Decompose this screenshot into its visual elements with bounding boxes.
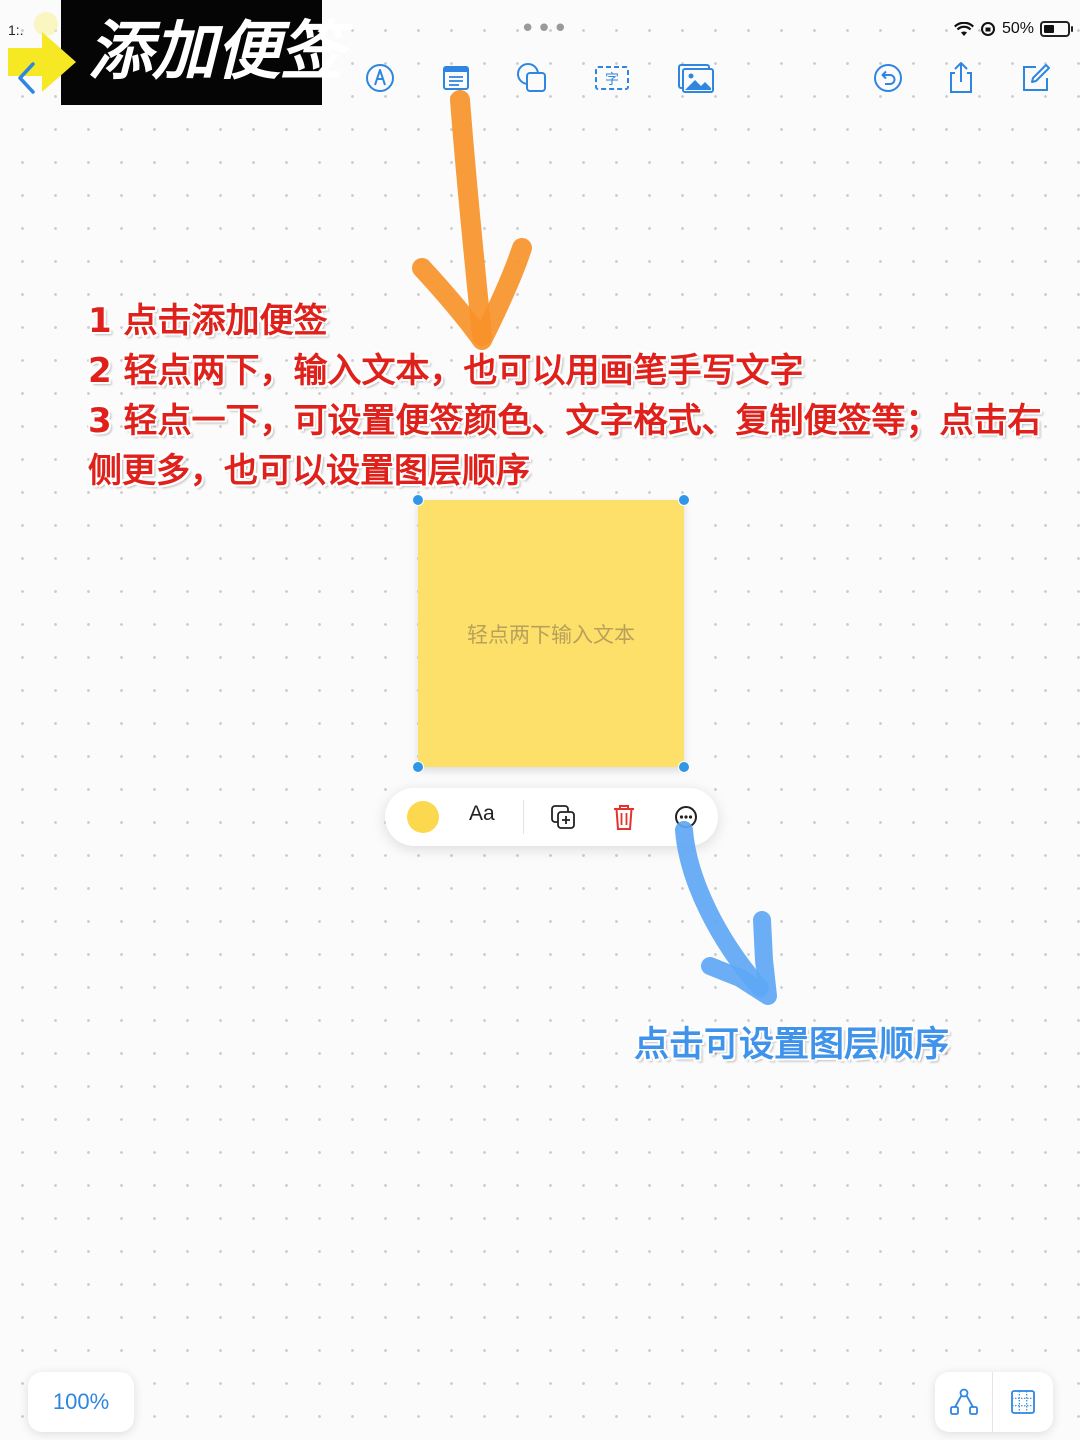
sticky-note[interactable]: 轻点两下输入文本 — [418, 500, 684, 767]
orange-arrow-icon — [412, 90, 532, 350]
blue-arrow-icon — [675, 821, 777, 1005]
undo-button[interactable] — [870, 60, 906, 96]
page-title: 添加便签 — [88, 15, 344, 89]
image-icon — [678, 64, 714, 93]
sticky-note-placeholder: 轻点两下输入文本 — [467, 622, 635, 647]
undo-icon — [874, 64, 902, 92]
rotation-lock-icon — [980, 22, 995, 36]
pen-tool-button[interactable] — [362, 60, 398, 96]
pen-icon — [366, 64, 394, 92]
resize-handle-top-left[interactable] — [412, 494, 424, 506]
zoom-level-label: 100% — [52, 1389, 110, 1414]
grid-view-icon[interactable] — [1011, 1390, 1035, 1414]
wifi-icon — [953, 21, 974, 36]
share-icon — [950, 62, 972, 93]
text-format-button[interactable]: Aa — [469, 802, 495, 826]
status-indicators: 50% — [953, 20, 1073, 38]
yellow-arrow-icon — [8, 12, 76, 92]
connection-tool-icon[interactable] — [949, 1388, 979, 1416]
instruction-line-2: 2 轻点两下，输入文本，也可以用画笔手写文字 — [88, 351, 804, 391]
compose-icon — [1023, 64, 1050, 91]
resize-handle-bottom-right[interactable] — [678, 761, 690, 773]
divider — [992, 1372, 993, 1432]
canvas-tools-group — [935, 1372, 1053, 1432]
text-box-icon: 字 — [595, 66, 629, 90]
instruction-line-3: 3 轻点一下，可设置便签颜色、文字格式、复制便签等；点击右 — [88, 401, 1042, 441]
resize-handle-top-right[interactable] — [678, 494, 690, 506]
resize-handle-bottom-left[interactable] — [412, 761, 424, 773]
text-box-button[interactable]: 字 — [594, 60, 630, 96]
new-note-button[interactable] — [1018, 60, 1054, 96]
duplicate-icon[interactable] — [550, 804, 576, 830]
battery-icon — [1040, 21, 1073, 37]
multitasking-dots-icon[interactable]: ••• — [520, 16, 569, 42]
instructions: 1 点击添加便签 2 轻点两下，输入文本，也可以用画笔手写文字 3 轻点一下，可… — [88, 296, 1048, 496]
instruction-line-4: 侧更多，也可以设置图层顺序 — [88, 451, 530, 491]
svg-text:字: 字 — [605, 72, 619, 88]
insert-image-button[interactable] — [676, 60, 716, 96]
zoom-level-button[interactable]: 100% — [28, 1372, 134, 1432]
divider — [523, 800, 524, 834]
color-picker-button[interactable] — [407, 801, 439, 833]
trash-icon[interactable] — [612, 803, 636, 831]
battery-percent: 50% — [1001, 20, 1034, 37]
back-chevron-icon[interactable] — [14, 60, 38, 96]
layer-order-annotation: 点击可设置图层顺序 — [634, 1025, 950, 1065]
share-button[interactable] — [943, 60, 979, 96]
instruction-line-1: 1 点击添加便签 — [88, 301, 328, 341]
